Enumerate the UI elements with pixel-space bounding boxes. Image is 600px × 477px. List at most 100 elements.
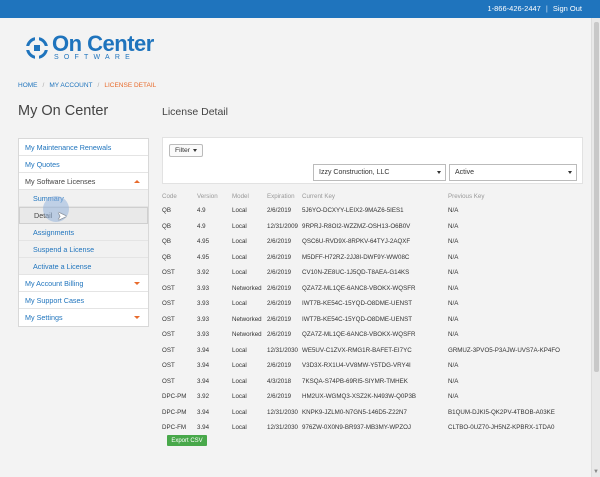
table-cell: QB <box>162 238 171 246</box>
table-cell: KNPK9-JZLM0-N7GN5-146D5-Z22N7 <box>302 408 407 416</box>
col-code: Code <box>162 192 177 200</box>
col-current-key: Current Key <box>302 192 336 200</box>
table-cell: 12/31/2030 <box>267 424 298 432</box>
col-previous-key: Previous Key <box>448 192 485 200</box>
separator: | <box>545 4 548 13</box>
table-cell: M5DFF-H72RZ-2JJ8I-DWF9Y-WW08C <box>302 253 410 261</box>
table-row: OST 3.93 Local 2/6/2019 IWT7B-KE54C-15YQD-O8… <box>162 296 578 312</box>
chevron-down-icon <box>134 316 140 319</box>
table-cell: 2/6/2019 <box>267 331 292 339</box>
filter-button[interactable]: Filter <box>169 144 203 157</box>
table-cell: DPC-FM <box>162 424 187 432</box>
sidebar-subitem-detail[interactable]: Detail <box>19 207 148 224</box>
company-select[interactable]: Izzy Construction, LLC <box>313 164 446 181</box>
table-cell: 12/31/2030 <box>267 408 298 416</box>
table-cell: 3.93 <box>197 284 210 292</box>
table-cell: QZA7Z-ML1QE-6ANC8-VBOKX-WQSFR <box>302 284 416 292</box>
table-row: DPC-PM 3.94 Local 12/31/2030 KNPK9-JZLM0-N7G… <box>162 405 578 421</box>
status-select[interactable]: Active <box>449 164 577 181</box>
table-cell: OST <box>162 346 175 354</box>
table-cell: Local <box>232 377 247 385</box>
sidebar-item-software-licenses[interactable]: My Software Licenses <box>19 173 148 190</box>
chevron-down-icon <box>193 149 198 152</box>
table-cell: 12/31/2009 <box>267 222 298 230</box>
table-header-row: Code Version Model Expiration Current Ke… <box>162 189 578 203</box>
sidebar-item-quotes[interactable]: My Quotes <box>19 156 148 173</box>
top-bar: 1-866-426-2447 | Sign Out <box>0 0 600 18</box>
table-cell: N/A <box>448 362 459 370</box>
table-cell: N/A <box>448 253 459 261</box>
table-cell: N/A <box>448 300 459 308</box>
table-cell: Local <box>232 362 247 370</box>
table-cell: 2/6/2019 <box>267 300 292 308</box>
sidebar-subitem-suspend[interactable]: Suspend a License <box>19 241 148 258</box>
chevron-down-icon <box>437 171 441 174</box>
table-cell: N/A <box>448 315 459 323</box>
table-cell: 3.92 <box>197 269 210 277</box>
breadcrumb-account[interactable]: MY ACCOUNT <box>49 82 92 89</box>
breadcrumb-current: LICENSE DETAIL <box>104 82 157 89</box>
table-cell: 3.94 <box>197 424 210 432</box>
table-cell: DPC-PM <box>162 408 187 416</box>
table-cell: GRMUZ-3PVO5-P3AJW-UVS7A-KP4FO <box>448 346 560 354</box>
sidebar: My Maintenance Renewals My Quotes My Sof… <box>18 138 149 327</box>
table-cell: N/A <box>448 377 459 385</box>
breadcrumb-home[interactable]: HOME <box>18 82 38 89</box>
sidebar-subitem-activate[interactable]: Activate a License <box>19 258 148 275</box>
table-cell: CV10N-ZE8UC-1J5QD-T8AEA-G14KS <box>302 269 410 277</box>
table-row: OST 3.93 Networked 2/6/2019 IWT7B-KE54C-15YQ… <box>162 312 578 328</box>
logo[interactable]: On Center SOFTWARE <box>26 33 154 61</box>
table-cell: 2/6/2019 <box>267 393 292 401</box>
breadcrumb: HOME / MY ACCOUNT / LICENSE DETAIL <box>18 82 157 89</box>
sidebar-subitem-assignments[interactable]: Assignments <box>19 224 148 241</box>
table-cell: IWT7B-KE54C-15YQD-O8DME-UENST <box>302 315 413 323</box>
table-cell: N/A <box>448 222 459 230</box>
sidebar-item-support-cases[interactable]: My Support Cases <box>19 292 148 309</box>
scroll-down-arrow-icon[interactable]: ▼ <box>593 469 599 475</box>
table-cell: N/A <box>448 207 459 215</box>
table-cell: 4.95 <box>197 253 210 261</box>
table-cell: 3.93 <box>197 315 210 323</box>
table-cell: 2/6/2019 <box>267 284 292 292</box>
table-cell: OST <box>162 315 175 323</box>
table-cell: 2/6/2019 <box>267 207 292 215</box>
table-cell: 3.93 <box>197 300 210 308</box>
table-cell: QZA7Z-ML1QE-6ANC8-VBOKX-WQSFR <box>302 331 416 339</box>
table-cell: N/A <box>448 269 459 277</box>
table-cell: 976ZW-0X0N9-BR937-MB3MY-WPZOJ <box>302 424 411 432</box>
table-cell: 4.95 <box>197 238 210 246</box>
table-cell: Local <box>232 346 247 354</box>
sidebar-item-settings[interactable]: My Settings <box>19 309 148 326</box>
table-cell: 3.94 <box>197 346 210 354</box>
sidebar-item-maintenance-renewals[interactable]: My Maintenance Renewals <box>19 139 148 156</box>
table-cell: OST <box>162 331 175 339</box>
table-cell: OST <box>162 362 175 370</box>
table-cell: 3.94 <box>197 377 210 385</box>
table-cell: N/A <box>448 393 459 401</box>
table-cell: 2/6/2019 <box>267 269 292 277</box>
col-version: Version <box>197 192 218 200</box>
filter-panel: Filter Izzy Construction, LLC Active <box>162 137 583 184</box>
table-cell: OST <box>162 269 175 277</box>
table-cell: 2/6/2019 <box>267 238 292 246</box>
sign-out-link[interactable]: Sign Out <box>553 4 582 13</box>
export-csv-button[interactable]: Export CSV <box>167 435 207 446</box>
sidebar-subitem-summary[interactable]: Summary <box>19 190 148 207</box>
table-cell: 5J6YO-DCXYY-LEIX2-9MAZ6-5IES1 <box>302 207 404 215</box>
table-cell: Networked <box>232 315 262 323</box>
table-cell: Local <box>232 300 247 308</box>
logo-mark-icon <box>26 36 48 59</box>
table-cell: Networked <box>232 331 262 339</box>
scrollbar-thumb[interactable] <box>594 22 599 372</box>
table-cell: 12/31/2030 <box>267 346 298 354</box>
section-title: License Detail <box>162 106 228 118</box>
sidebar-item-account-billing[interactable]: My Account Billing <box>19 275 148 292</box>
scrollbar[interactable]: ▼ <box>591 18 600 477</box>
table-cell: 3.93 <box>197 331 210 339</box>
table-cell: HM2UX-WGMQ3-XSZ2K-N493W-Q0P3B <box>302 393 417 401</box>
table-cell: N/A <box>448 331 459 339</box>
table-cell: 2/6/2019 <box>267 315 292 323</box>
table-cell: QB <box>162 207 171 215</box>
table-cell: N/A <box>448 284 459 292</box>
table-cell: 7KSQA-S74PB-69RI5-SIYMR-TMHEK <box>302 377 408 385</box>
